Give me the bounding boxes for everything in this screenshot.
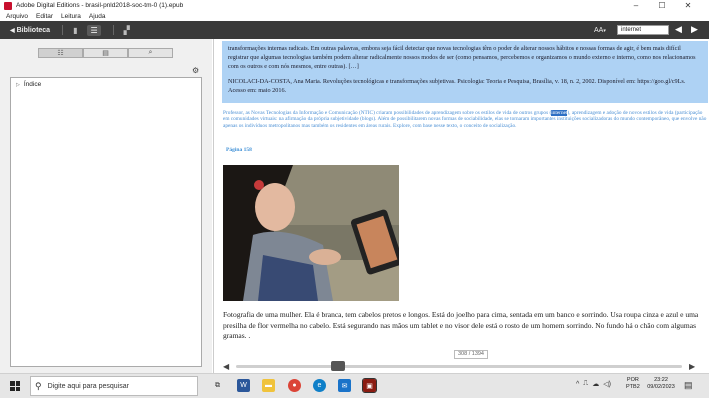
font-size-label: AA	[594, 26, 604, 34]
toc-toggle-icon[interactable]: ☰	[87, 24, 101, 36]
photo-illustration	[223, 165, 399, 301]
toolbar-divider	[62, 25, 64, 35]
toc-list: ▷ Índice	[10, 77, 202, 367]
menu-bar: Arquivo Editar Leitura Ajuda	[0, 11, 709, 21]
clock[interactable]: 23:22 09/02/2023	[645, 377, 677, 391]
language-indicator[interactable]: POR PTB2	[626, 377, 640, 391]
navigation-panel: ☷ ▤ ⌕ ⚙ ▷ Índice	[0, 39, 212, 373]
next-page-icon[interactable]: ▶	[689, 362, 695, 371]
woman-with-tablet-photo	[223, 165, 399, 301]
close-button[interactable]: ✕	[675, 1, 701, 10]
search-icon: ⚲	[35, 380, 42, 391]
back-arrow-icon: ◀	[10, 27, 15, 34]
image-description: Fotografia de uma mulher. Ela é branca, …	[223, 310, 699, 340]
chevron-up-icon[interactable]: ^	[576, 381, 579, 388]
previous-result-icon[interactable]: ◀	[675, 24, 682, 35]
quote-text: transformações internas radicais. Em out…	[228, 45, 696, 70]
toc-item-label: Índice	[23, 81, 42, 88]
previous-page-icon[interactable]: ◀	[223, 362, 229, 371]
menu-ajuda[interactable]: Ajuda	[89, 13, 106, 20]
toolbar-divider	[112, 25, 114, 35]
lang-bottom: PTB2	[626, 384, 640, 390]
adobe-digital-editions-taskbar-icon[interactable]: ▣	[362, 378, 377, 393]
teacher-note: Professor, as Novas Tecnologias da Infor…	[223, 110, 707, 129]
menu-arquivo[interactable]: Arquivo	[6, 13, 28, 20]
tab-contents[interactable]: ☷	[38, 48, 83, 58]
task-view-icon[interactable]: ⧉	[211, 379, 224, 392]
list-icon: ☷	[57, 50, 64, 57]
next-result-icon[interactable]: ▶	[691, 24, 698, 35]
search-input[interactable]: internet	[617, 25, 669, 35]
windows-start-icon[interactable]	[10, 381, 20, 391]
chevron-right-icon: ▷	[16, 81, 20, 88]
system-tray: ^ ⎍ ☁ ◁)	[576, 380, 611, 388]
network-icon[interactable]: ⎍	[583, 380, 588, 388]
chrome-icon[interactable]: ●	[288, 379, 301, 392]
toc-item[interactable]: ▷ Índice	[16, 81, 41, 88]
file-explorer-icon[interactable]: ▬	[262, 379, 275, 392]
thumbnails-icon: ▤	[102, 50, 109, 57]
gear-icon[interactable]: ⚙	[192, 66, 199, 75]
window-title: Adobe Digital Editions - brasil-pnld2018…	[16, 2, 184, 9]
mail-icon[interactable]: ✉	[338, 379, 351, 392]
bookmark-icon[interactable]: ▮	[73, 26, 77, 35]
page-marker: Página 158	[226, 147, 252, 153]
edge-icon[interactable]: e	[313, 379, 326, 392]
library-button[interactable]: ◀ Biblioteca	[10, 27, 50, 34]
page-slider-track[interactable]	[236, 365, 682, 368]
library-label: Biblioteca	[16, 26, 51, 34]
page-counter[interactable]: 308 / 1394	[454, 350, 488, 359]
lang-top: POR	[626, 377, 639, 383]
font-size-button[interactable]: AA▾	[594, 27, 606, 34]
menu-editar[interactable]: Editar	[36, 13, 53, 20]
panel-tabs: ☷ ▤ ⌕	[38, 48, 173, 58]
citation-text: NICOLACI-DA-COSTA, Ana Maria. Revoluções…	[228, 78, 686, 94]
maximize-button[interactable]: ☐	[649, 1, 675, 10]
taskbar-search-placeholder: Digite aqui para pesquisar	[47, 382, 129, 390]
page-slider-thumb[interactable]	[331, 361, 346, 371]
onedrive-icon[interactable]: ☁	[592, 380, 599, 388]
search-icon: ⌕	[148, 49, 153, 56]
word-icon[interactable]: W	[237, 379, 250, 392]
reading-options-icon[interactable]: ▞	[124, 26, 130, 35]
window-controls: – ☐ ✕	[623, 0, 701, 11]
clock-time: 23:22	[654, 377, 668, 383]
tab-search[interactable]: ⌕	[128, 48, 173, 58]
volume-icon[interactable]: ◁)	[603, 380, 611, 388]
notification-icon[interactable]: ▤	[684, 380, 693, 391]
taskbar-search-input[interactable]: ⚲ Digite aqui para pesquisar	[30, 376, 198, 396]
title-bar: Adobe Digital Editions - brasil-pnld2018…	[0, 0, 709, 11]
reading-pane: transformações internas radicais. Em out…	[213, 39, 709, 373]
tab-thumbnails[interactable]: ▤	[83, 48, 128, 58]
windows-taskbar: ⚲ Digite aqui para pesquisar ⧉ W ▬ ● e ✉…	[0, 373, 709, 398]
clock-date: 09/02/2023	[647, 384, 675, 390]
chevron-down-icon: ▾	[603, 27, 606, 34]
adobe-de-app-icon	[4, 1, 12, 10]
minimize-button[interactable]: –	[623, 1, 649, 10]
menu-leitura[interactable]: Leitura	[61, 13, 81, 20]
reader-toolbar: ◀ Biblioteca ▮ ☰ ▞ AA▾ internet ◀ ▶	[0, 21, 709, 39]
highlighted-quote: transformações internas radicais. Em out…	[222, 41, 708, 103]
